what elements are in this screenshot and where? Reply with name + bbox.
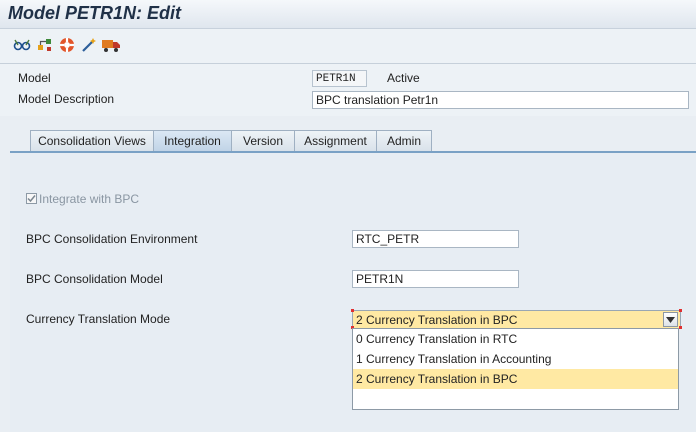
bpc-model-label: BPC Consolidation Model [26,272,163,286]
model-status: Active [387,71,420,85]
list-item[interactable]: 0 Currency Translation in RTC [353,329,678,349]
model-label: Model [18,71,51,85]
description-field[interactable]: BPC translation Petr1n [312,91,689,109]
title-bar: Model PETR1N: Edit [0,0,696,29]
focus-corner [679,309,682,312]
tab-strip: Consolidation Views Integration Version … [10,130,696,152]
integrate-checkbox[interactable] [26,193,37,204]
page-title: Model PETR1N: Edit [8,3,182,23]
magic-wand-icon[interactable] [79,35,99,55]
currency-mode-value: 2 Currency Translation in BPC [356,313,518,327]
tab-consolidation-views[interactable]: Consolidation Views [30,130,154,151]
environment-label: BPC Consolidation Environment [26,232,198,246]
tab-assignment[interactable]: Assignment [294,130,377,151]
transport-truck-icon[interactable] [101,35,121,55]
focus-corner [351,309,354,312]
model-id-field: PETR1N [312,70,367,87]
dropdown-button[interactable] [663,312,678,327]
bpc-model-field[interactable]: PETR1N [352,270,519,288]
tab-admin[interactable]: Admin [376,130,432,151]
lifebuoy-icon[interactable] [57,35,77,55]
currency-mode-dropdown[interactable]: 2 Currency Translation in BPC [352,310,681,329]
description-label: Model Description [18,92,115,106]
environment-field[interactable]: RTC_PETR [352,230,519,248]
focus-corner [679,326,682,329]
chevron-down-icon [666,316,675,323]
tab-integration[interactable]: Integration [153,130,232,152]
glasses-icon[interactable] [12,35,32,55]
toolbar [0,29,696,64]
list-item[interactable]: 2 Currency Translation in BPC [353,369,678,389]
model-header: Model PETR1N Active Model Description BP… [0,64,696,116]
currency-mode-label: Currency Translation Mode [26,312,171,326]
list-item[interactable]: 1 Currency Translation in Accounting [353,349,678,369]
integrate-label: Integrate with BPC [39,192,140,206]
checkmark-icon [27,195,36,203]
hierarchy-icon[interactable] [35,35,55,55]
tab-version[interactable]: Version [231,130,295,151]
currency-mode-list: 0 Currency Translation in RTC 1 Currency… [352,328,679,410]
